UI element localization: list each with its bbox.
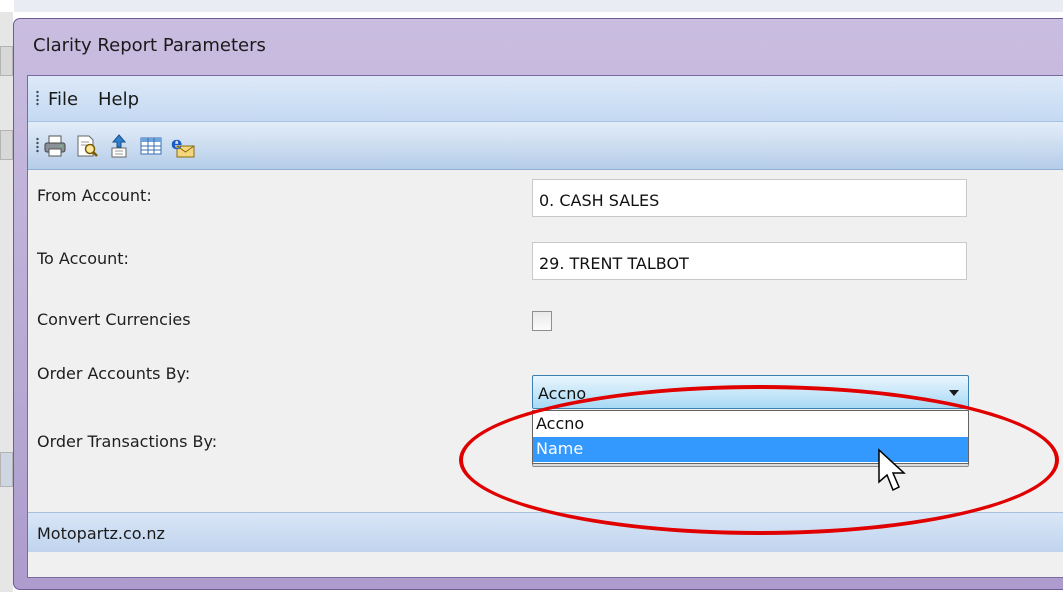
order-accounts-by-dropdown-list: Accno Name	[532, 410, 969, 464]
chevron-down-icon[interactable]	[949, 390, 959, 396]
background-window-title	[14, 0, 1063, 12]
print-preview-button[interactable]	[75, 134, 99, 158]
convert-currencies-label: Convert Currencies	[37, 310, 191, 329]
menu-file[interactable]: File	[48, 89, 78, 110]
report-parameters-dialog: Clarity Report Parameters File Help e Fr…	[13, 18, 1063, 590]
menu-help[interactable]: Help	[98, 89, 139, 110]
export-icon	[111, 134, 127, 158]
table-view-icon	[140, 137, 162, 155]
from-account-label: From Account:	[37, 186, 152, 205]
convert-currencies-checkbox[interactable]	[532, 311, 552, 331]
dropdown-option-accno[interactable]: Accno	[533, 412, 968, 437]
background-fragment	[0, 130, 13, 160]
print-preview-icon	[77, 135, 98, 157]
dialog-title-bar[interactable]: Clarity Report Parameters	[14, 19, 1063, 75]
dialog-client-area: File Help e From Account: 0. CASH SALES …	[27, 75, 1063, 578]
dropdown-option-name[interactable]: Name	[533, 437, 968, 462]
to-account-field[interactable]: 29. TRENT TALBOT	[532, 242, 967, 280]
from-account-field[interactable]: 0. CASH SALES	[532, 179, 967, 217]
order-accounts-by-select[interactable]: Accno	[532, 375, 969, 409]
menu-grip-handle[interactable]	[36, 90, 39, 107]
toolbar: e	[28, 122, 1063, 170]
dialog-title: Clarity Report Parameters	[33, 35, 266, 56]
dialog-bottom-edge	[28, 552, 1063, 577]
menu-bar: File Help	[28, 76, 1063, 122]
order-accounts-by-label: Order Accounts By:	[37, 364, 191, 383]
print-icon	[44, 135, 66, 157]
export-button[interactable]	[107, 134, 131, 158]
to-account-label: To Account:	[37, 249, 129, 268]
status-text: Motopartz.co.nz	[37, 524, 165, 543]
background-window-edge	[0, 12, 13, 592]
order-transactions-by-label: Order Transactions By:	[37, 432, 218, 451]
background-fragment	[0, 46, 13, 76]
email-button[interactable]: e	[171, 134, 195, 158]
email-icon: e	[171, 134, 195, 158]
order-accounts-by-value: Accno	[538, 384, 587, 403]
print-button[interactable]	[43, 134, 67, 158]
toolbar-grip-handle[interactable]	[36, 137, 39, 154]
parameters-panel: From Account: 0. CASH SALES To Account: …	[28, 170, 1063, 512]
status-bar: Motopartz.co.nz	[28, 512, 1063, 552]
table-view-button[interactable]	[139, 134, 163, 158]
svg-text:e: e	[171, 134, 182, 154]
background-fragment	[0, 452, 13, 487]
